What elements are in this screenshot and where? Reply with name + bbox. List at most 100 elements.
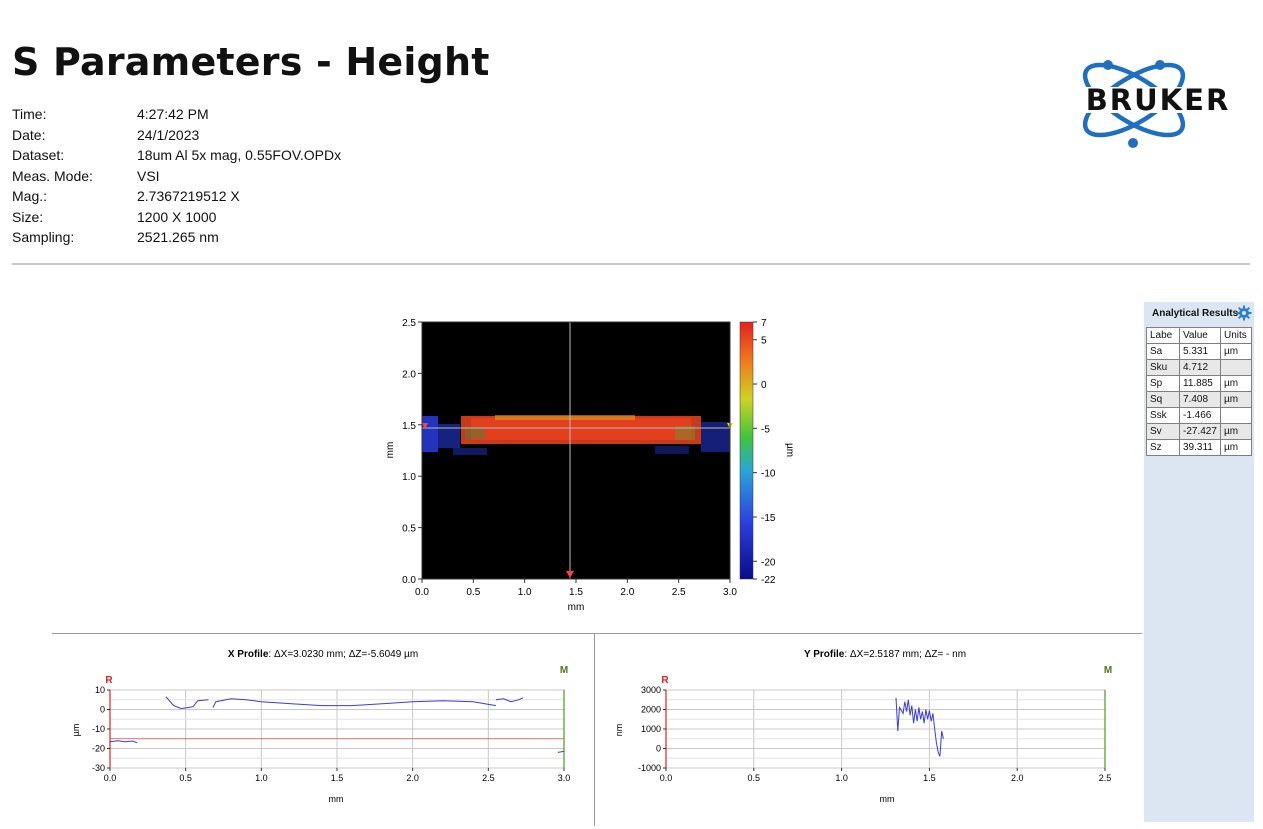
y-tick-label: 0.0 (402, 575, 416, 586)
meta-value: 24/1/2023 (137, 126, 200, 143)
x-tick-label: 1.0 (518, 587, 532, 598)
y-tick-label: 2.5 (402, 318, 416, 329)
colorbar-tick-label: 7 (761, 318, 767, 329)
y-tick-label: 0 (656, 744, 661, 754)
metadata-list: Time: 4:27:42 PM Date: 24/1/2023 Dataset: 1… (12, 104, 341, 248)
meta-key: Date: (12, 126, 46, 143)
cell-value: 7.408 (1179, 391, 1221, 408)
cell-label: Sku (1146, 359, 1180, 376)
m-marker-label: M (1104, 665, 1112, 676)
cell-unit (1220, 407, 1252, 424)
y-tick-label: -30 (92, 763, 105, 773)
y-axis-label: µm (71, 724, 81, 737)
analytical-results-panel: Analytical Results Labe Value Units Sa 5.… (1144, 302, 1254, 822)
y-tick-label: 0 (100, 705, 105, 715)
logo-text: BRUKER (1086, 83, 1231, 117)
meta-key: Dataset: (12, 147, 65, 163)
x-tick-label: 1.5 (569, 587, 583, 598)
meta-row-mag: Mag.: 2.7367219512 X (12, 186, 341, 207)
cell-label: Sq (1146, 391, 1180, 408)
meta-value: 2.7367219512 X (137, 188, 240, 204)
x-tick-label: 2.5 (482, 773, 495, 783)
gear-icon[interactable] (1236, 305, 1252, 321)
profile-divider (52, 633, 1142, 634)
colorbar-tick-label: -15 (761, 513, 776, 524)
y-axis-label: mm (385, 442, 396, 459)
cell-label: Sz (1146, 439, 1180, 456)
cell-unit: µm (1220, 423, 1252, 440)
x-tick-label: 3.0 (723, 587, 737, 598)
column-header: Labe (1146, 327, 1180, 344)
x-tick-label: 2.5 (1099, 773, 1112, 783)
r-marker-label: R (105, 675, 113, 686)
x-tick-label: 0.5 (748, 773, 761, 783)
svg-text:X Profile: ΔX=3.0230 mm; ΔZ=-5: X Profile: ΔX=3.0230 mm; ΔZ=-5.6049 µm (228, 649, 418, 660)
column-header: Units (1220, 327, 1252, 344)
meta-row-size: Size: 1200 X 1000 (12, 207, 341, 228)
y-tick-label: 10 (95, 685, 105, 695)
colorbar-tick-label: -5 (761, 424, 770, 435)
svg-text:Y Profile: ΔX=2.5187 mm; ΔZ= -: Y Profile: ΔX=2.5187 mm; ΔZ= - nm (804, 649, 966, 660)
cell-value: 5.331 (1179, 343, 1221, 360)
x-axis-label: mm (568, 602, 585, 613)
x-tick-label: 2.0 (406, 773, 419, 783)
meta-row-sampling: Sampling: 2521.265 nm (12, 227, 341, 248)
colorbar (739, 321, 754, 580)
x-tick-label: 1.0 (835, 773, 848, 783)
meta-key: Time: (12, 106, 47, 122)
meta-row-date: Date: 24/1/2023 (12, 125, 341, 146)
x-tick-label: 2.0 (620, 587, 634, 598)
meta-key: Size: (12, 208, 44, 225)
table-header: Labe Value Units (1146, 327, 1252, 344)
meta-value: 1200 X 1000 (137, 208, 217, 225)
meta-key: Mag.: (12, 188, 48, 204)
cell-label: Ssk (1146, 407, 1180, 424)
table-row: Ssk -1.466 (1146, 407, 1252, 424)
y-tick-label: -1000 (638, 763, 661, 773)
colorbar-tick-label: -20 (761, 557, 776, 568)
x-tick-label: 0.0 (415, 587, 429, 598)
x-axis-label: mm (329, 794, 344, 804)
meta-row-dataset: Dataset: 18um Al 5x mag, 0.55FOV.OPDx (12, 145, 341, 166)
y-profile-stats: : ΔX=2.5187 mm; ΔZ= - nm (844, 649, 966, 660)
meta-value: VSI (137, 167, 160, 184)
page-title: S Parameters - Height (12, 40, 490, 84)
cell-value: 11.885 (1179, 375, 1221, 392)
meta-key: Sampling: (12, 229, 75, 245)
x-tick-label: 0.0 (660, 773, 673, 783)
x-tick-label: 2.0 (1011, 773, 1024, 783)
x-tick-label: 3.0 (558, 773, 571, 783)
y-axis-label: nm (614, 724, 624, 737)
x-tick-label: 2.5 (672, 587, 686, 598)
y-tick-label: -20 (92, 744, 105, 754)
cell-label: Sv (1146, 423, 1180, 440)
y-profile-title: Y Profile (804, 649, 845, 660)
x-axis-label: mm (880, 794, 895, 804)
table-row: Sv -27.427 µm (1146, 423, 1252, 440)
cell-value: -1.466 (1179, 407, 1221, 424)
cell-label: Sa (1146, 343, 1180, 360)
table-row: Sq 7.408 µm (1146, 391, 1252, 408)
cell-unit: µm (1220, 343, 1252, 360)
x-tick-label: 0.5 (466, 587, 480, 598)
table-row: Sku 4.712 (1146, 359, 1252, 376)
cell-value: 39.311 (1179, 439, 1221, 456)
m-marker-label: M (560, 665, 568, 676)
cell-unit: µm (1220, 375, 1252, 392)
table-row: Sa 5.331 µm (1146, 343, 1252, 360)
analytical-results-table: Labe Value Units Sa 5.331 µm Sku 4.712 Sp 11… (1146, 327, 1252, 456)
y-tick-label: -10 (92, 724, 105, 734)
x-tick-label: 1.5 (331, 773, 344, 783)
profile-split-divider (594, 634, 595, 826)
cell-unit: µm (1220, 391, 1252, 408)
r-marker-label: R (661, 675, 669, 686)
y-tick-label: 0.5 (402, 524, 416, 535)
x-tick-label: 1.0 (255, 773, 268, 783)
table-row: Sp 11.885 µm (1146, 375, 1252, 392)
meta-key: Meas. Mode: (12, 167, 93, 184)
cell-value: -27.427 (1179, 423, 1221, 440)
bruker-logo: BRUKER (1066, 60, 1250, 148)
colorbar-tick-label: -22 (761, 575, 776, 586)
cell-label: Sp (1146, 375, 1180, 392)
y-tick-label: 3000 (641, 685, 661, 695)
